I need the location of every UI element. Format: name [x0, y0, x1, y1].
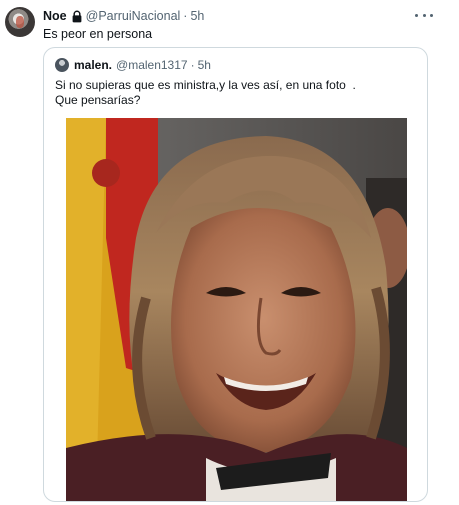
- tweet-timestamp[interactable]: 5h: [190, 9, 204, 23]
- tweet[interactable]: Noe @ParruiNacional · 5h Es peor en pers…: [0, 0, 459, 505]
- author-display-name[interactable]: Noe: [43, 9, 67, 23]
- quoted-text: Si no supieras que es ministra,y la ves …: [55, 78, 415, 108]
- author-handle[interactable]: @ParruiNacional: [86, 9, 181, 23]
- tweet-header: Noe @ParruiNacional · 5h: [43, 8, 204, 24]
- quoted-text-line-2: Que pensarías?: [55, 93, 141, 107]
- more-icon[interactable]: [415, 10, 433, 20]
- quoted-handle[interactable]: @malen1317: [116, 58, 188, 72]
- quoted-header: malen. @malen1317 · 5h: [55, 58, 211, 72]
- lock-icon: [71, 10, 83, 23]
- quoted-display-name[interactable]: malen.: [74, 58, 112, 72]
- header-separator: ·: [183, 9, 188, 23]
- quoted-tweet[interactable]: malen. @malen1317 · 5h Si no supieras qu…: [43, 47, 428, 502]
- quoted-separator: ·: [190, 58, 195, 72]
- quoted-timestamp[interactable]: 5h: [198, 58, 211, 72]
- author-avatar[interactable]: [5, 7, 35, 37]
- quoted-text-line-1: Si no supieras que es ministra,y la ves …: [55, 78, 356, 92]
- tweet-text: Es peor en persona: [43, 27, 153, 41]
- quoted-photo[interactable]: [66, 118, 407, 501]
- quoted-author-avatar[interactable]: [55, 58, 69, 72]
